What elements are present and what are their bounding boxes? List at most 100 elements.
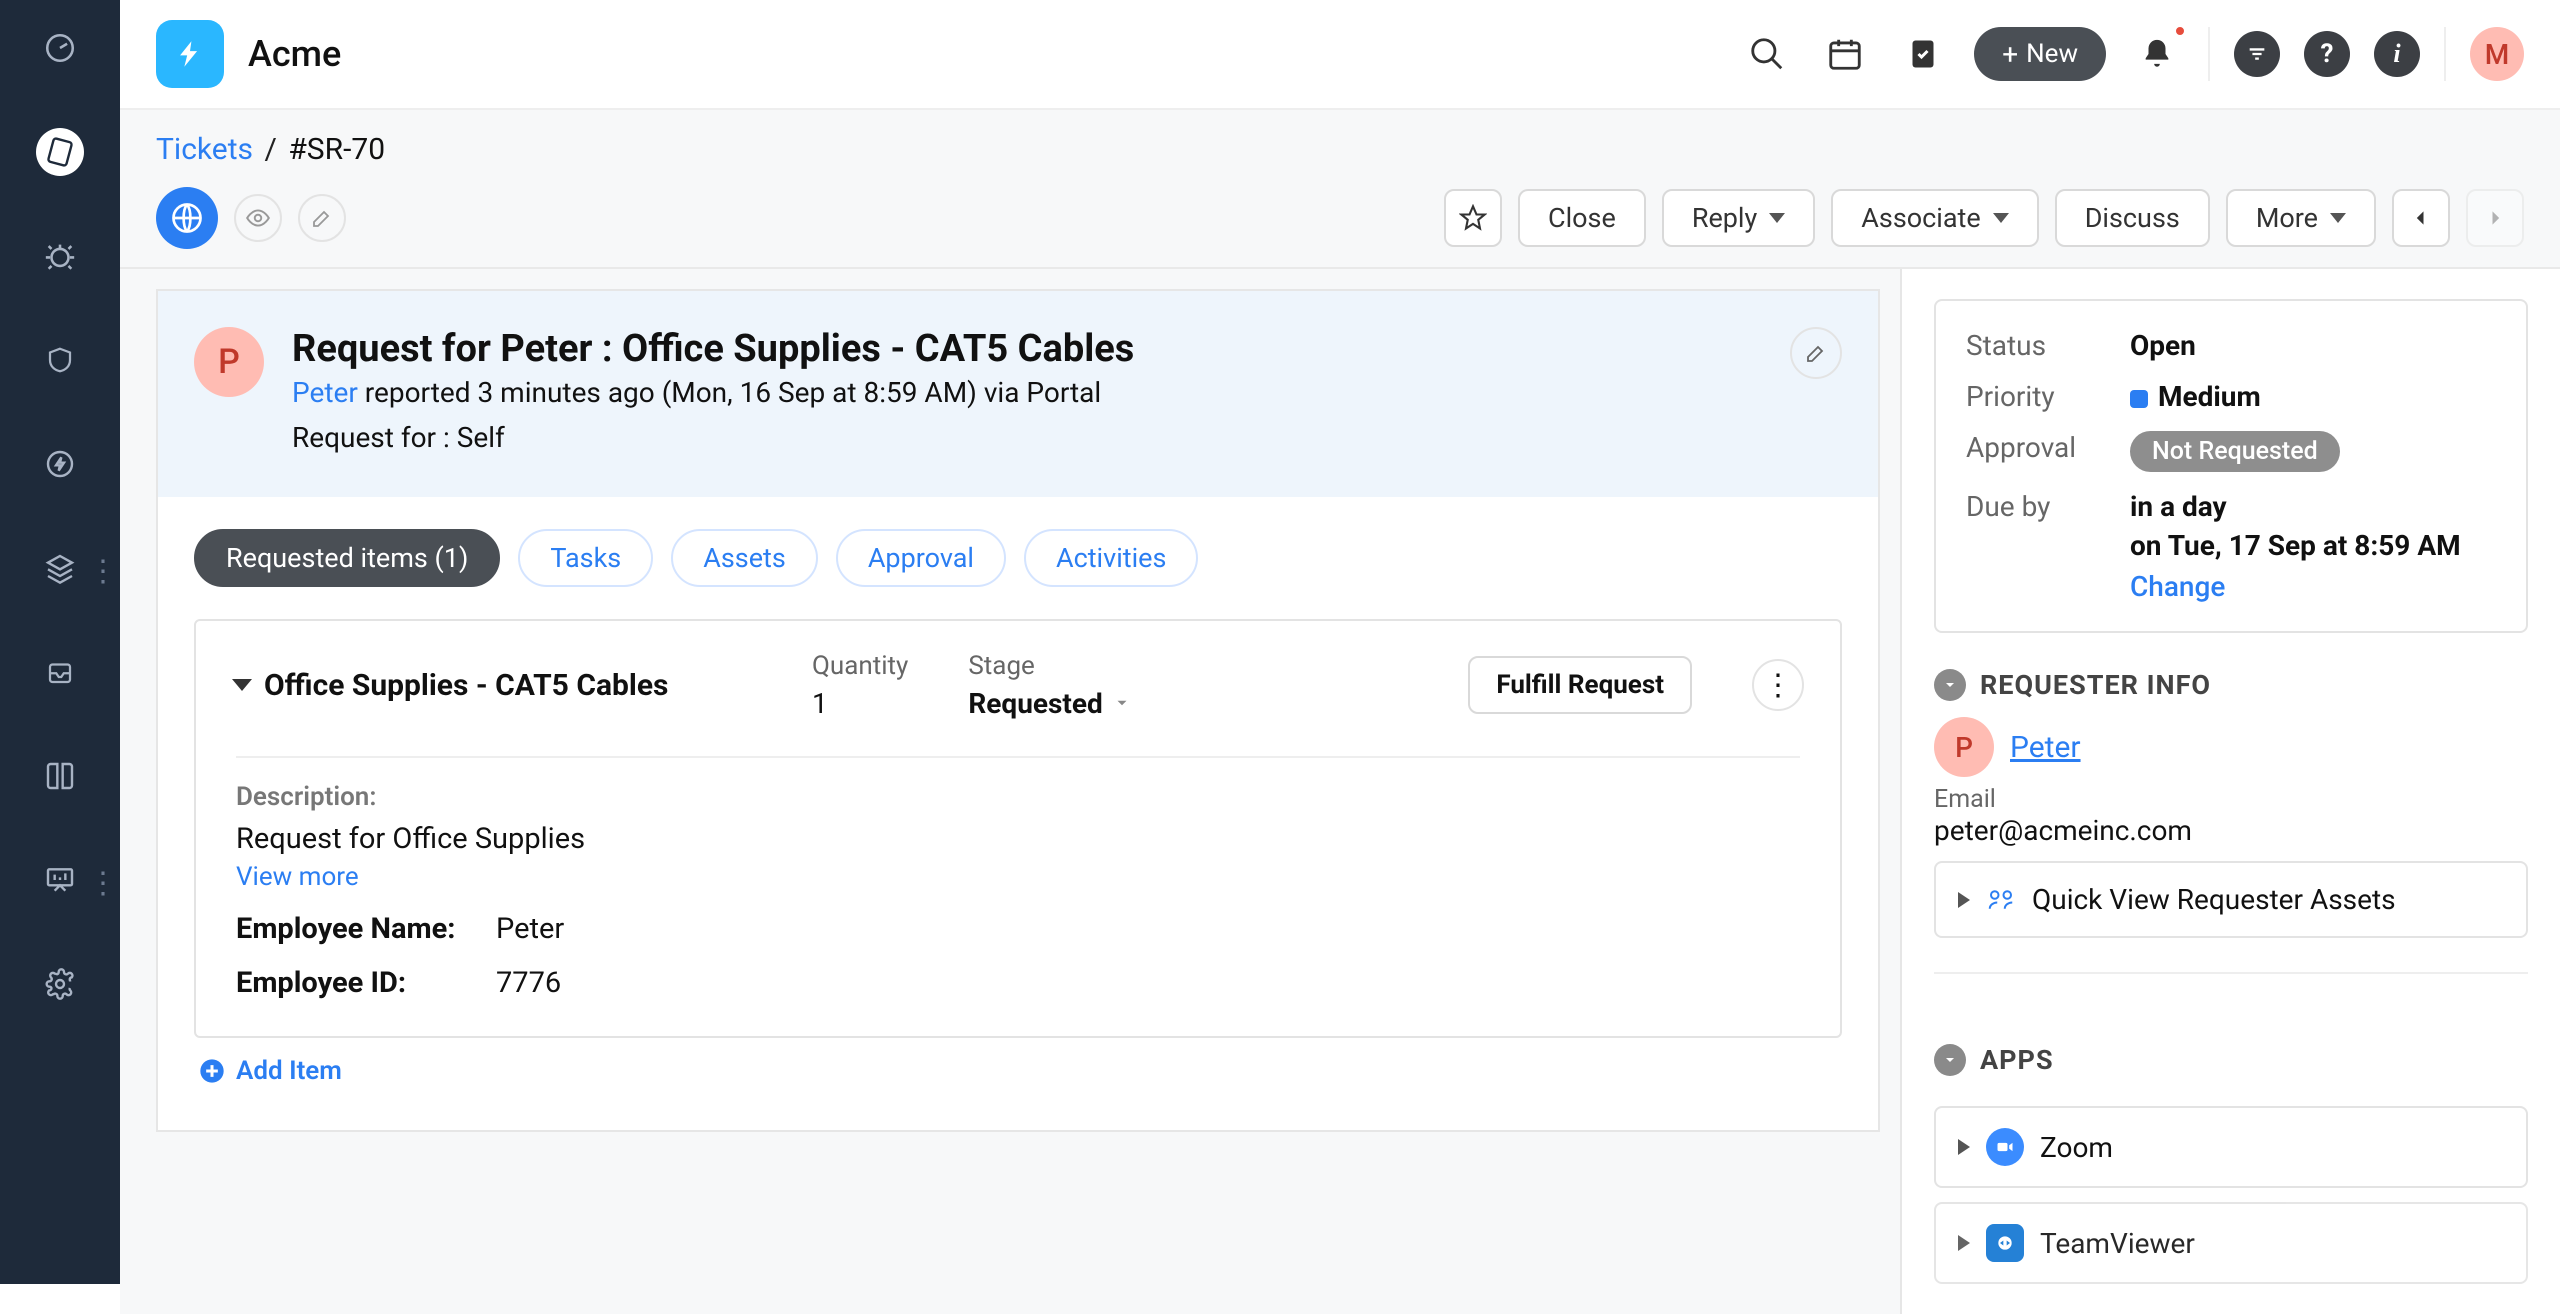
star-button[interactable] (1444, 189, 1502, 247)
separator (2444, 27, 2446, 81)
nav-bugs-icon[interactable] (36, 232, 84, 280)
due-by-relative: in a day (2130, 490, 2461, 523)
chevron-down-icon (1113, 694, 1131, 712)
help-icon[interactable]: ? (2304, 31, 2350, 77)
requester-name-link[interactable]: Peter (2010, 730, 2081, 765)
ticket-meta-line: Peter reported 3 minutes ago (Mon, 16 Se… (292, 371, 1134, 416)
apps-header[interactable]: APPS (1934, 1044, 2528, 1076)
collapse-icon (232, 679, 252, 691)
employee-id-value: 7776 (496, 966, 561, 1000)
stage-select[interactable]: Requested (968, 687, 1408, 720)
priority-dot-icon (2130, 390, 2148, 408)
quantity-value: 1 (812, 687, 908, 720)
reply-button[interactable]: Reply (1662, 189, 1815, 247)
employee-name-label: Employee Name: (236, 912, 456, 946)
watchers-icon[interactable] (234, 194, 282, 242)
clipboard-check-icon[interactable] (1896, 27, 1950, 81)
nav-shield-icon[interactable] (36, 336, 84, 384)
breadcrumb-ticket-id: #SR-70 (288, 132, 385, 167)
plus-circle-icon (198, 1057, 226, 1085)
close-button[interactable]: Close (1518, 189, 1646, 247)
employee-name-value: Peter (496, 912, 564, 946)
org-logo-icon (156, 20, 224, 88)
zoom-icon (1986, 1128, 2024, 1166)
requester-email: peter@acmeinc.com (1934, 814, 2528, 847)
quantity-label: Quantity (812, 651, 908, 681)
tab-requested-items[interactable]: Requested items (1) (194, 529, 500, 587)
description-label: Description: (236, 782, 1800, 812)
tab-tasks[interactable]: Tasks (518, 529, 653, 587)
nav-presentation-menu-icon[interactable]: ⋮ (88, 866, 118, 901)
next-ticket-button[interactable] (2466, 189, 2524, 247)
nav-dashboard-icon[interactable] (36, 24, 84, 72)
ticket-tabs: Requested items (1) Tasks Assets Approva… (156, 497, 1880, 619)
requested-item-card: Office Supplies - CAT5 Cables Quantity 1… (194, 619, 1842, 1038)
tab-activities[interactable]: Activities (1024, 529, 1198, 587)
more-button[interactable]: More (2226, 189, 2376, 247)
nav-bolt-icon[interactable] (36, 440, 84, 488)
description-text: Request for Office Supplies (236, 822, 1800, 856)
discuss-button[interactable]: Discuss (2055, 189, 2210, 247)
due-by-label: Due by (1966, 490, 2106, 523)
ticket-title: Request for Peter : Office Supplies - CA… (292, 327, 1134, 371)
nav-tickets-icon[interactable] (36, 128, 84, 176)
org-name: Acme (248, 33, 341, 75)
expand-icon (1958, 1139, 1970, 1155)
chevron-down-icon (1934, 669, 1966, 701)
email-label: Email (1934, 785, 2528, 814)
app-teamviewer-row[interactable]: TeamViewer (1934, 1202, 2528, 1284)
separator (2208, 27, 2210, 81)
left-nav: ⋮ ⋮ (0, 0, 120, 1284)
status-label: Status (1966, 329, 2106, 362)
separator (1934, 972, 2528, 974)
prev-ticket-button[interactable] (2392, 189, 2450, 247)
add-item-button[interactable]: Add Item (158, 1056, 1878, 1102)
user-avatar[interactable]: M (2470, 27, 2524, 81)
chevron-down-icon (1934, 1044, 1966, 1076)
nav-settings-icon[interactable] (36, 960, 84, 1008)
item-menu-button[interactable]: ⋮ (1752, 659, 1804, 711)
fulfill-request-button[interactable]: Fulfill Request (1468, 656, 1692, 714)
tab-approval[interactable]: Approval (836, 529, 1006, 587)
approval-badge: Not Requested (2130, 431, 2340, 472)
app-zoom-row[interactable]: Zoom (1934, 1106, 2528, 1188)
assets-icon (1986, 885, 2016, 915)
breadcrumb: Tickets / #SR-70 (156, 132, 2524, 167)
requester-avatar: P (1934, 717, 1994, 777)
nav-presentation-icon[interactable] (36, 856, 84, 904)
edit-icon[interactable] (298, 194, 346, 242)
priority-value[interactable]: Medium (2130, 380, 2261, 413)
nav-layers-icon[interactable] (36, 544, 84, 592)
due-by-absolute: on Tue, 17 Sep at 8:59 AM (2130, 529, 2461, 562)
breadcrumb-parent-link[interactable]: Tickets (156, 132, 253, 167)
view-more-link[interactable]: View more (236, 862, 1800, 892)
filter-icon[interactable] (2234, 31, 2280, 77)
edit-ticket-button[interactable] (1790, 327, 1842, 379)
tab-assets[interactable]: Assets (671, 529, 818, 587)
source-globe-icon[interactable] (156, 187, 218, 249)
requester-info-header[interactable]: REQUESTER INFO (1934, 669, 2528, 701)
change-due-link[interactable]: Change (2130, 570, 2461, 603)
employee-id-label: Employee ID: (236, 966, 456, 1000)
quick-view-assets-row[interactable]: Quick View Requester Assets (1934, 861, 2528, 938)
reporter-avatar: P (194, 327, 264, 397)
priority-label: Priority (1966, 380, 2106, 413)
notifications-icon[interactable] (2130, 27, 2184, 81)
top-bar: Acme +New ? i M (120, 0, 2560, 110)
nav-book-icon[interactable] (36, 752, 84, 800)
nav-inbox-icon[interactable] (36, 648, 84, 696)
calendar-icon[interactable] (1818, 27, 1872, 81)
associate-button[interactable]: Associate (1831, 189, 2038, 247)
info-icon[interactable]: i (2374, 31, 2420, 77)
search-icon[interactable] (1740, 27, 1794, 81)
request-for: Request for : Self (292, 416, 1134, 461)
teamviewer-icon (1986, 1224, 2024, 1262)
sub-header: Tickets / #SR-70 Close Reply Associate D… (120, 110, 2560, 269)
nav-layers-menu-icon[interactable]: ⋮ (88, 554, 118, 589)
item-name-toggle[interactable]: Office Supplies - CAT5 Cables (232, 668, 752, 703)
reporter-link[interactable]: Peter (292, 376, 358, 409)
ticket-header: P Request for Peter : Office Supplies - … (156, 289, 1880, 497)
status-value[interactable]: Open (2130, 329, 2196, 362)
ticket-properties: Status Open Priority Medium Approval Not… (1934, 299, 2528, 633)
new-button[interactable]: +New (1974, 27, 2106, 81)
